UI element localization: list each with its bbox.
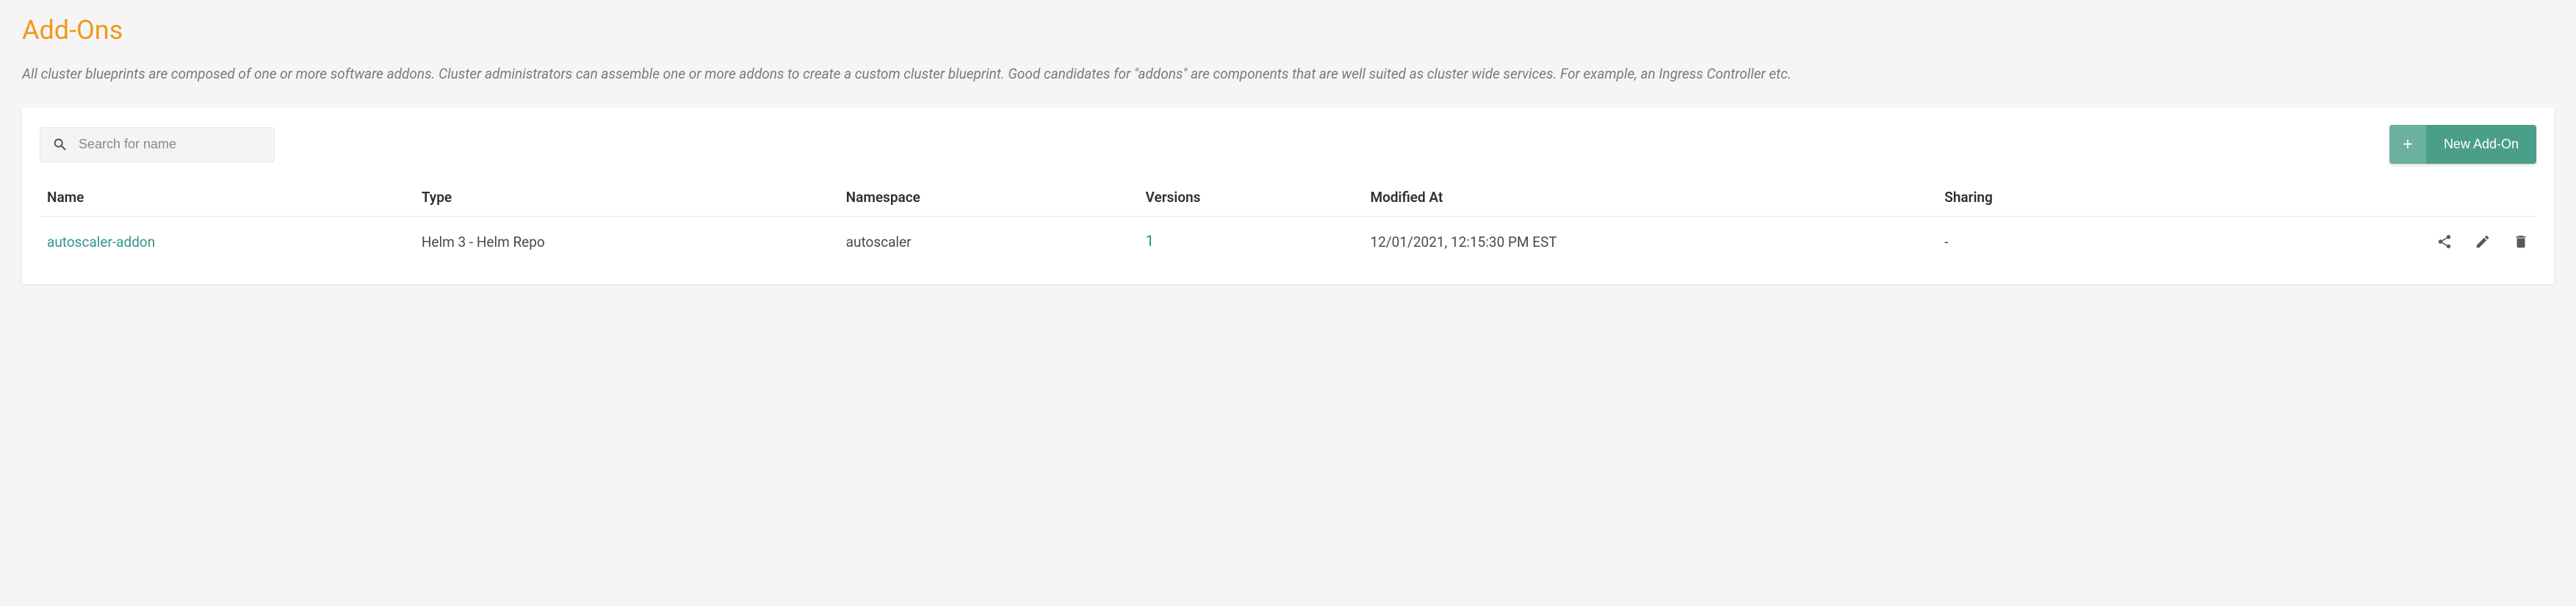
page-description: All cluster blueprints are composed of o… [22,63,2554,85]
search-wrapper[interactable] [40,127,275,162]
addon-modified: 12/01/2021, 12:15:30 PM EST [1363,217,1937,267]
header-actions [2212,178,2536,217]
header-namespace: Namespace [839,178,1139,217]
delete-icon[interactable] [2513,234,2529,250]
addon-versions[interactable]: 1 [1139,217,1363,267]
edit-icon[interactable] [2475,234,2491,250]
addon-type: Helm 3 - Helm Repo [414,217,839,267]
header-type: Type [414,178,839,217]
new-addon-label: New Add-On [2426,125,2536,164]
header-modified: Modified At [1363,178,1937,217]
header-versions: Versions [1139,178,1363,217]
row-actions [2219,234,2529,250]
new-addon-button[interactable]: + New Add-On [2389,125,2536,164]
addon-namespace: autoscaler [839,217,1139,267]
toolbar: + New Add-On [40,125,2536,164]
table-row: autoscaler-addon Helm 3 - Helm Repo auto… [40,217,2536,267]
search-input[interactable] [79,137,262,152]
addons-table: Name Type Namespace Versions Modified At… [40,178,2536,267]
plus-icon: + [2389,125,2426,164]
addons-card: + New Add-On Name Type Namespace Version… [22,107,2554,284]
share-icon[interactable] [2436,234,2453,250]
page-title: Add-Ons [22,15,2554,46]
header-name: Name [40,178,414,217]
addon-name-link[interactable]: autoscaler-addon [40,217,414,267]
search-icon [52,137,68,153]
addon-sharing: - [1937,217,2212,267]
header-sharing: Sharing [1937,178,2212,217]
